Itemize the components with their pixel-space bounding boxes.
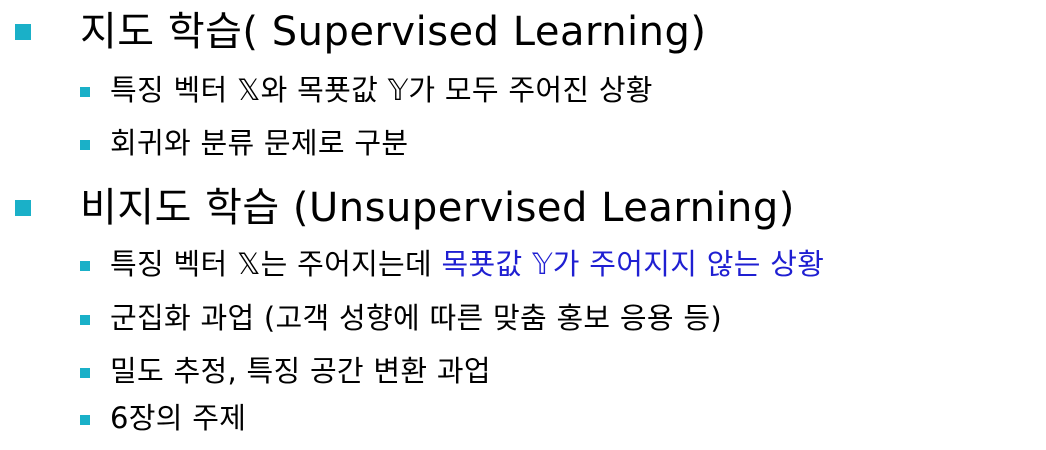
list-item-text: 군집화 과업 (고객 성향에 따른 맞춤 홍보 응용 등) [110, 301, 722, 335]
square-bullet-icon [80, 315, 90, 325]
square-bullet-icon [80, 261, 90, 271]
list-item-text: 회귀와 분류 문제로 구분 [110, 126, 409, 160]
slide: 지도 학습( Supervised Learning) 특징 벡터 𝕏와 목푯값… [0, 0, 1046, 450]
square-bullet-icon [80, 368, 90, 378]
square-bullet-icon [80, 415, 90, 425]
list-item-highlight-text: 목푯값 𝕐가 주어지지 않는 상황 [441, 247, 825, 281]
list-item-text: 특징 벡터 𝕏와 목푯값 𝕐가 모두 주어진 상황 [110, 73, 653, 107]
list-item-text: 특징 벡터 𝕏는 주어지는데 목푯값 𝕐가 주어지지 않는 상황 [110, 250, 824, 279]
list-item-plain-text: 특징 벡터 𝕏는 주어지는데 [110, 247, 442, 281]
square-bullet-icon [15, 200, 31, 216]
square-bullet-icon [80, 87, 90, 97]
heading-text: 지도 학습( Supervised Learning) [80, 9, 707, 55]
square-bullet-icon [80, 140, 90, 150]
list-item-text: 6장의 주제 [110, 401, 247, 435]
list-item-text: 밀도 추정, 특징 공간 변환 과업 [110, 354, 491, 388]
heading-text: 비지도 학습 (Unsupervised Learning) [80, 185, 795, 231]
square-bullet-icon [15, 24, 31, 40]
